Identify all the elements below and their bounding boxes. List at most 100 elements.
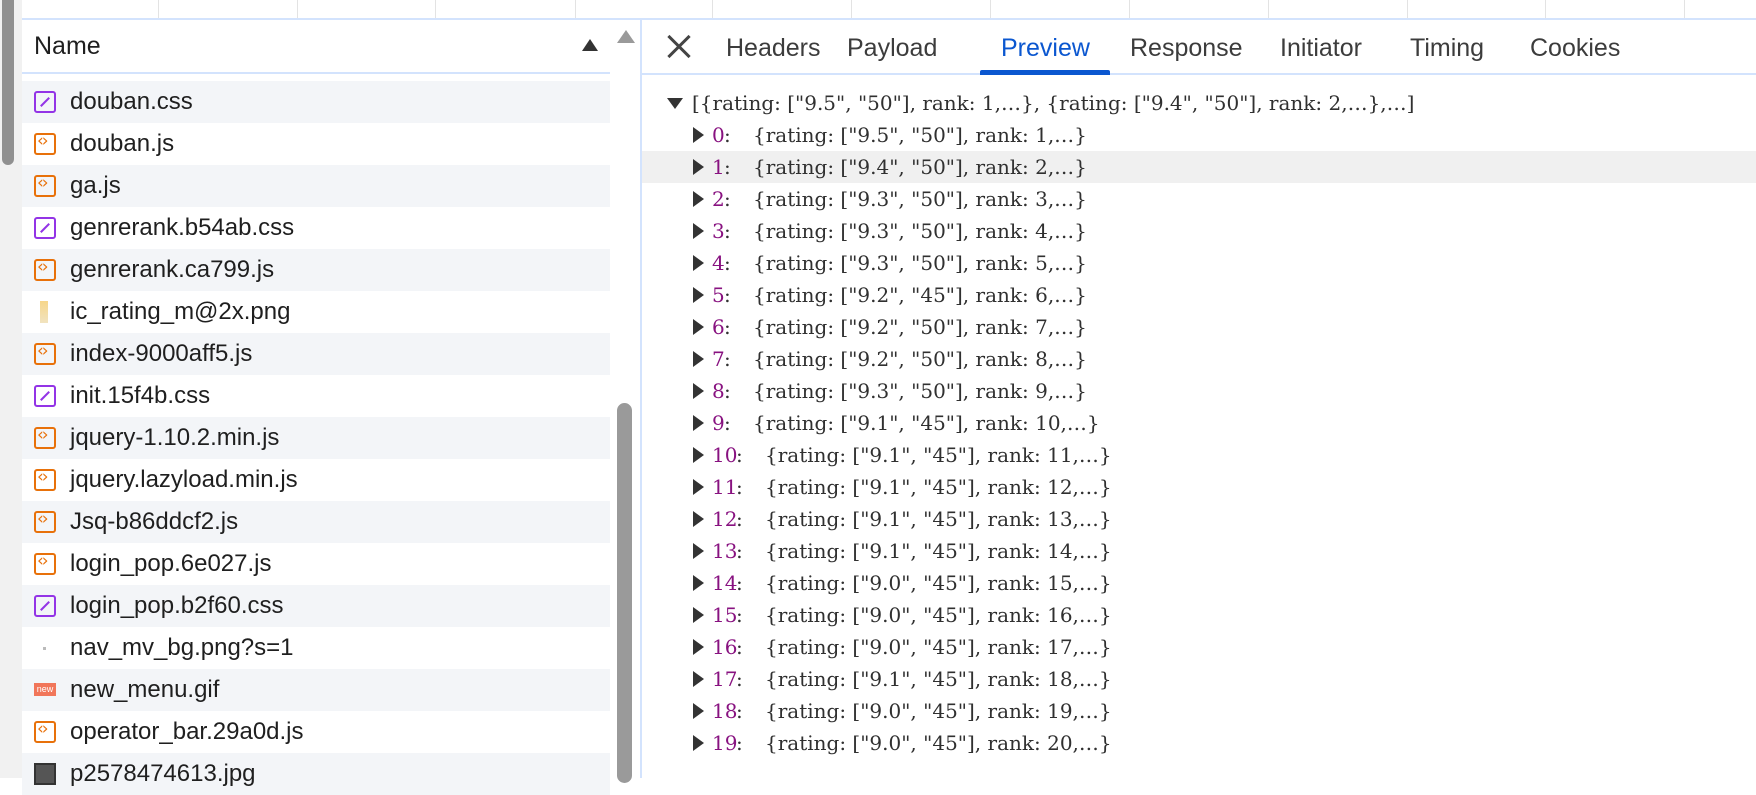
request-row[interactable]: p2578474613.jpg bbox=[22, 753, 610, 795]
tab-initiator[interactable]: Initiator bbox=[1280, 34, 1362, 63]
triangle-right-icon[interactable] bbox=[693, 735, 704, 751]
json-entry-colon: : bbox=[724, 347, 731, 371]
triangle-right-icon[interactable] bbox=[693, 671, 704, 687]
request-row[interactable]: ic_rating_m@2x.png bbox=[22, 291, 610, 333]
json-entry-colon: : bbox=[736, 731, 743, 755]
json-array-entry[interactable]: 11: {rating: ["9.1", "45"], rank: 12,…} bbox=[642, 471, 1756, 503]
triangle-right-icon[interactable] bbox=[693, 703, 704, 719]
tab-preview[interactable]: Preview bbox=[1001, 34, 1090, 63]
request-list: douban.css douban.js ga.js genrerank.b54ab.… bbox=[22, 81, 610, 795]
tab-headers[interactable]: Headers bbox=[726, 34, 821, 63]
close-icon[interactable] bbox=[662, 29, 696, 63]
json-entry-index: 0 bbox=[712, 123, 725, 147]
json-entry-colon: : bbox=[736, 507, 743, 531]
json-array-entry[interactable]: 16: {rating: ["9.0", "45"], rank: 17,…} bbox=[642, 631, 1756, 663]
tab-cookies[interactable]: Cookies bbox=[1530, 34, 1620, 63]
left-edge-scrollbar[interactable] bbox=[0, 0, 22, 778]
request-name: jquery.lazyload.min.js bbox=[70, 466, 298, 493]
json-array-entry[interactable]: 15: {rating: ["9.0", "45"], rank: 16,…} bbox=[642, 599, 1756, 631]
json-array-entry[interactable]: 6: {rating: ["9.2", "50"], rank: 7,…} bbox=[642, 311, 1756, 343]
triangle-right-icon[interactable] bbox=[693, 127, 704, 143]
json-array-entry[interactable]: 0: {rating: ["9.5", "50"], rank: 1,…} bbox=[642, 119, 1756, 151]
request-list-scrollbar[interactable] bbox=[610, 20, 640, 783]
triangle-right-icon[interactable] bbox=[693, 287, 704, 303]
request-row[interactable]: index-9000aff5.js bbox=[22, 333, 610, 375]
request-row[interactable]: Jsq-b86ddcf2.js bbox=[22, 501, 610, 543]
request-name: operator_bar.29a0d.js bbox=[70, 718, 304, 745]
triangle-right-icon[interactable] bbox=[693, 415, 704, 431]
scroll-up-arrow-icon[interactable] bbox=[617, 30, 635, 43]
request-row[interactable]: genrerank.ca799.js bbox=[22, 249, 610, 291]
json-entry-index: 6 bbox=[712, 315, 725, 339]
left-edge-scrollbar-thumb[interactable] bbox=[2, 0, 14, 165]
request-row[interactable]: new_menu.gif bbox=[22, 669, 610, 711]
triangle-right-icon[interactable] bbox=[693, 447, 704, 463]
css-file-icon bbox=[34, 595, 56, 617]
request-name: init.15f4b.css bbox=[70, 382, 211, 409]
request-row[interactable]: init.15f4b.css bbox=[22, 375, 610, 417]
triangle-right-icon[interactable] bbox=[693, 351, 704, 367]
json-array-entry[interactable]: 17: {rating: ["9.1", "45"], rank: 18,…} bbox=[642, 663, 1756, 695]
request-row[interactable]: login_pop.b2f60.css bbox=[22, 585, 610, 627]
js-file-icon bbox=[34, 131, 56, 155]
tab-payload[interactable]: Payload bbox=[847, 34, 937, 63]
json-entry-summary: {rating: ["9.1", "45"], rank: 18,…} bbox=[765, 667, 1112, 691]
json-entry-summary: {rating: ["9.0", "45"], rank: 15,…} bbox=[765, 571, 1112, 595]
json-array-entry[interactable]: 8: {rating: ["9.3", "50"], rank: 9,…} bbox=[642, 375, 1756, 407]
json-entry-summary: {rating: ["9.5", "50"], rank: 1,…} bbox=[753, 123, 1087, 147]
request-row[interactable]: douban.css bbox=[22, 81, 610, 123]
request-row[interactable]: genrerank.b54ab.css bbox=[22, 207, 610, 249]
json-root-node[interactable]: [{rating: ["9.5", "50"], rank: 1,…}, {ra… bbox=[642, 87, 1756, 119]
json-array-entry[interactable]: 4: {rating: ["9.3", "50"], rank: 5,…} bbox=[642, 247, 1756, 279]
json-array-entry[interactable]: 2: {rating: ["9.3", "50"], rank: 3,…} bbox=[642, 183, 1756, 215]
json-array-entry[interactable]: 18: {rating: ["9.0", "45"], rank: 19,…} bbox=[642, 695, 1756, 727]
triangle-right-icon[interactable] bbox=[693, 383, 704, 399]
tab-response[interactable]: Response bbox=[1130, 34, 1243, 63]
request-row[interactable]: douban.js bbox=[22, 123, 610, 165]
triangle-right-icon[interactable] bbox=[693, 511, 704, 527]
json-array-entry[interactable]: 10: {rating: ["9.1", "45"], rank: 11,…} bbox=[642, 439, 1756, 471]
request-row[interactable]: operator_bar.29a0d.js bbox=[22, 711, 610, 753]
timeline-tick bbox=[1545, 0, 1546, 18]
json-array-entry[interactable]: 7: {rating: ["9.2", "50"], rank: 8,…} bbox=[642, 343, 1756, 375]
json-array-entry[interactable]: 14: {rating: ["9.0", "45"], rank: 15,…} bbox=[642, 567, 1756, 599]
json-entry-summary: {rating: ["9.1", "45"], rank: 14,…} bbox=[765, 539, 1112, 563]
request-name: douban.css bbox=[70, 88, 193, 115]
triangle-right-icon[interactable] bbox=[693, 255, 704, 271]
name-column-header[interactable]: Name bbox=[22, 20, 610, 74]
json-array-entry[interactable]: 1: {rating: ["9.4", "50"], rank: 2,…} bbox=[642, 151, 1756, 183]
request-row[interactable]: login_pop.6e027.js bbox=[22, 543, 610, 585]
triangle-right-icon[interactable] bbox=[693, 575, 704, 591]
request-row[interactable]: jquery.lazyload.min.js bbox=[22, 459, 610, 501]
triangle-right-icon[interactable] bbox=[693, 543, 704, 559]
triangle-right-icon[interactable] bbox=[693, 639, 704, 655]
triangle-right-icon[interactable] bbox=[693, 319, 704, 335]
request-name: jquery-1.10.2.min.js bbox=[70, 424, 280, 451]
request-row[interactable]: jquery-1.10.2.min.js bbox=[22, 417, 610, 459]
jpg-file-icon bbox=[34, 763, 56, 785]
triangle-right-icon[interactable] bbox=[693, 191, 704, 207]
json-array-entry[interactable]: 3: {rating: ["9.3", "50"], rank: 4,…} bbox=[642, 215, 1756, 247]
triangle-right-icon[interactable] bbox=[693, 159, 704, 175]
json-entry-colon: : bbox=[724, 155, 731, 179]
json-array-entry[interactable]: 9: {rating: ["9.1", "45"], rank: 10,…} bbox=[642, 407, 1756, 439]
triangle-down-icon[interactable] bbox=[667, 98, 683, 109]
request-name: genrerank.ca799.js bbox=[70, 256, 275, 283]
json-entry-index: 16 bbox=[712, 635, 738, 659]
request-row[interactable]: ga.js bbox=[22, 165, 610, 207]
request-list-scrollbar-thumb[interactable] bbox=[617, 403, 632, 783]
timeline-tick bbox=[435, 0, 436, 18]
request-row[interactable]: nav_mv_bg.png?s=1 bbox=[22, 627, 610, 669]
request-name: ga.js bbox=[70, 172, 121, 199]
json-array-entry[interactable]: 12: {rating: ["9.1", "45"], rank: 13,…} bbox=[642, 503, 1756, 535]
json-array-entry[interactable]: 19: {rating: ["9.0", "45"], rank: 20,…} bbox=[642, 727, 1756, 759]
sort-ascending-icon[interactable] bbox=[582, 39, 598, 51]
json-array-entry[interactable]: 5: {rating: ["9.2", "45"], rank: 6,…} bbox=[642, 279, 1756, 311]
json-array-entry[interactable]: 13: {rating: ["9.1", "45"], rank: 14,…} bbox=[642, 535, 1756, 567]
js-file-icon bbox=[34, 257, 56, 281]
request-name: new_menu.gif bbox=[70, 676, 220, 703]
triangle-right-icon[interactable] bbox=[693, 607, 704, 623]
triangle-right-icon[interactable] bbox=[693, 479, 704, 495]
tab-timing[interactable]: Timing bbox=[1410, 34, 1484, 63]
triangle-right-icon[interactable] bbox=[693, 223, 704, 239]
